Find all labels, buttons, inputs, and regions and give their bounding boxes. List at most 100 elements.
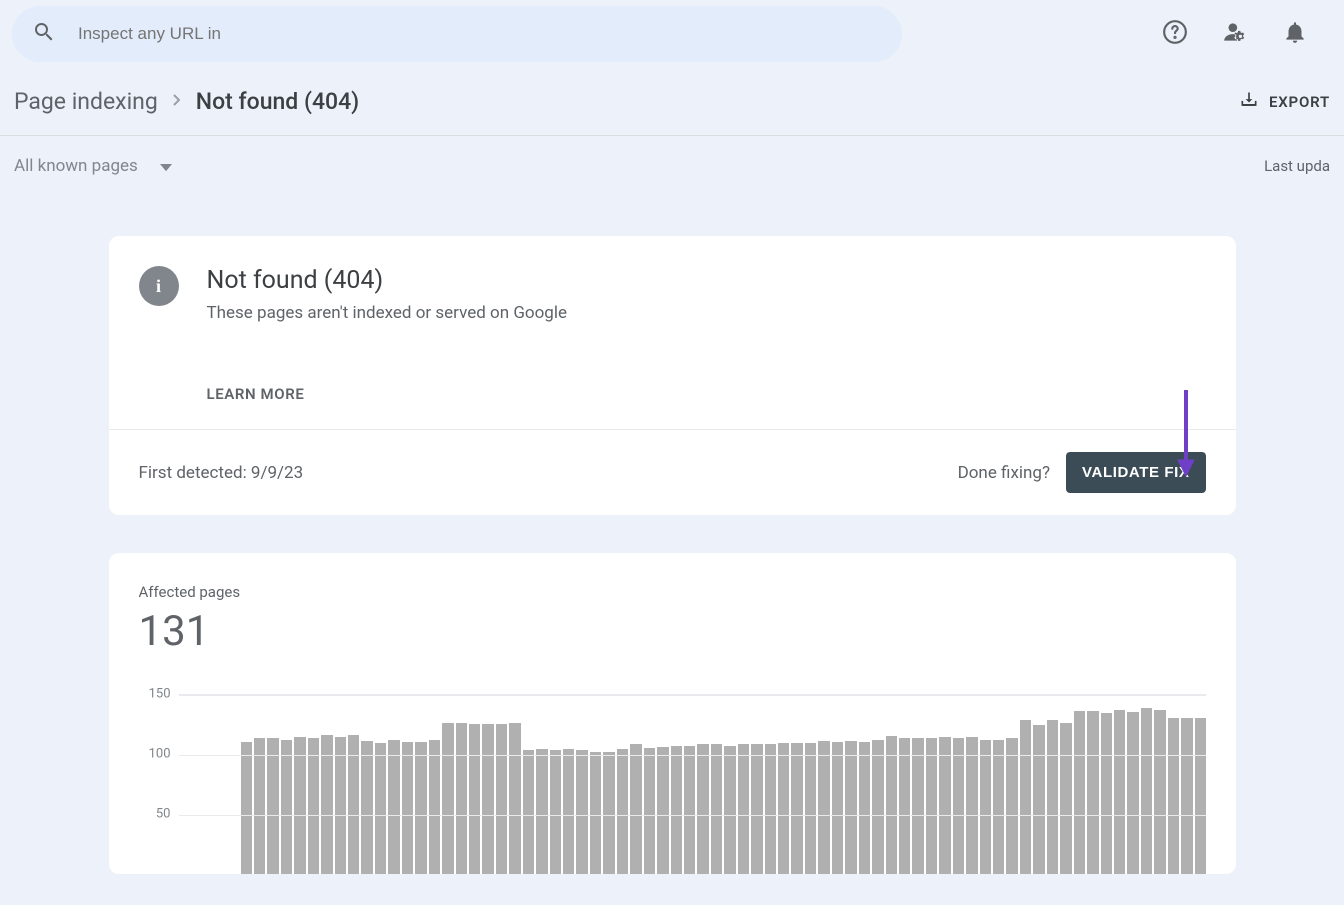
chart-bar bbox=[899, 738, 910, 874]
chart-bar bbox=[738, 744, 749, 874]
chart-bar bbox=[442, 723, 453, 874]
chart-bar bbox=[791, 743, 802, 874]
chart-bar bbox=[1114, 710, 1125, 874]
chart-bar bbox=[872, 740, 883, 874]
notifications-icon[interactable] bbox=[1282, 19, 1308, 49]
chart-bar bbox=[241, 742, 252, 874]
chart-bar bbox=[724, 746, 735, 874]
user-settings-icon[interactable] bbox=[1222, 19, 1248, 49]
chart-bar bbox=[361, 741, 372, 874]
y-tick: 150 bbox=[149, 687, 171, 702]
issue-subtitle: These pages aren't indexed or served on … bbox=[207, 303, 568, 323]
chart-bar bbox=[1020, 720, 1031, 874]
chart-bar bbox=[1168, 718, 1179, 874]
chart-bar bbox=[1101, 713, 1112, 874]
chart-bar bbox=[496, 724, 507, 874]
chart-bar bbox=[1181, 718, 1192, 874]
dropdown-arrow-icon bbox=[160, 156, 172, 176]
learn-more-link[interactable]: LEARN MORE bbox=[207, 385, 1236, 429]
chart-bar bbox=[644, 748, 655, 874]
chart-bar bbox=[832, 742, 843, 874]
chart-bar bbox=[294, 737, 305, 874]
chart-bar bbox=[966, 737, 977, 874]
chart-bar bbox=[617, 749, 628, 874]
chart-bar bbox=[711, 744, 722, 874]
chart-bar bbox=[765, 744, 776, 874]
chart-bar bbox=[912, 738, 923, 874]
chart-bar bbox=[993, 740, 1004, 874]
export-button[interactable]: EXPORT bbox=[1239, 90, 1330, 114]
chart-bar bbox=[590, 752, 601, 874]
chart-bar bbox=[953, 738, 964, 874]
chart-bar bbox=[926, 738, 937, 874]
chart-bar bbox=[536, 749, 547, 874]
chart-bar bbox=[818, 741, 829, 874]
affected-chart: 50100150 bbox=[139, 694, 1206, 874]
chart-bar bbox=[805, 743, 816, 874]
done-fixing-label: Done fixing? bbox=[958, 463, 1050, 483]
chart-bar bbox=[939, 737, 950, 874]
chart-bar bbox=[1033, 725, 1044, 874]
issue-card: i Not found (404) These pages aren't ind… bbox=[109, 236, 1236, 515]
chart-bar bbox=[671, 746, 682, 874]
chart-bar bbox=[375, 743, 386, 874]
chart-bar bbox=[482, 724, 493, 874]
last-updated-label: Last upda bbox=[1264, 157, 1330, 175]
chart-bar bbox=[267, 738, 278, 874]
search-input[interactable] bbox=[78, 24, 258, 44]
filter-label: All known pages bbox=[14, 156, 138, 176]
chart-bar bbox=[429, 740, 440, 874]
chart-bar bbox=[469, 724, 480, 874]
chart-bar bbox=[603, 752, 614, 874]
chart-bar bbox=[859, 742, 870, 874]
chart-bar bbox=[523, 750, 534, 874]
first-detected: First detected: 9/9/23 bbox=[139, 463, 304, 483]
chart-bar bbox=[684, 746, 695, 874]
chart-bar bbox=[886, 736, 897, 874]
chart-bar bbox=[1154, 710, 1165, 874]
search-icon bbox=[32, 20, 56, 48]
affected-pages-card: Affected pages 131 50 100 150 bbox=[109, 553, 1236, 874]
chart-bar bbox=[563, 749, 574, 874]
breadcrumb-current: Not found (404) bbox=[196, 88, 359, 115]
chart-bar bbox=[335, 737, 346, 874]
y-tick: 100 bbox=[149, 747, 171, 762]
page-filter-dropdown[interactable]: All known pages bbox=[14, 156, 172, 176]
chart-bar bbox=[778, 743, 789, 874]
chart-bar bbox=[402, 742, 413, 874]
chart-bar bbox=[281, 740, 292, 874]
chart-bar bbox=[1047, 720, 1058, 874]
chart-bar bbox=[657, 747, 668, 874]
chart-bar bbox=[1195, 718, 1206, 874]
chart-bar bbox=[630, 744, 641, 874]
validate-fix-button[interactable]: VALIDATE FIX bbox=[1066, 452, 1205, 493]
chart-bar bbox=[1006, 738, 1017, 874]
chart-bar bbox=[1060, 723, 1071, 874]
chart-bar bbox=[456, 723, 467, 874]
url-inspect-search[interactable] bbox=[12, 6, 902, 62]
info-icon: i bbox=[139, 266, 179, 306]
issue-title: Not found (404) bbox=[207, 266, 568, 295]
chart-bar bbox=[550, 750, 561, 874]
breadcrumb: Page indexing Not found (404) EXPORT bbox=[0, 68, 1344, 136]
chart-bar bbox=[697, 744, 708, 874]
chart-bar bbox=[576, 750, 587, 874]
y-tick: 50 bbox=[156, 807, 171, 822]
export-label: EXPORT bbox=[1269, 93, 1330, 111]
chevron-right-icon bbox=[172, 92, 182, 111]
redacted-domain bbox=[264, 19, 499, 49]
affected-count: 131 bbox=[139, 607, 1206, 656]
affected-label: Affected pages bbox=[139, 583, 1206, 601]
chart-bar bbox=[1074, 711, 1085, 874]
chart-bar bbox=[845, 741, 856, 874]
chart-bar bbox=[751, 744, 762, 874]
help-icon[interactable] bbox=[1162, 19, 1188, 49]
breadcrumb-parent[interactable]: Page indexing bbox=[14, 88, 158, 115]
chart-bar bbox=[980, 740, 991, 874]
chart-bar bbox=[1087, 711, 1098, 874]
chart-bar bbox=[1127, 712, 1138, 874]
chart-bar bbox=[308, 738, 319, 874]
chart-bar bbox=[415, 742, 426, 874]
chart-bar bbox=[254, 738, 265, 874]
download-icon bbox=[1239, 90, 1259, 114]
